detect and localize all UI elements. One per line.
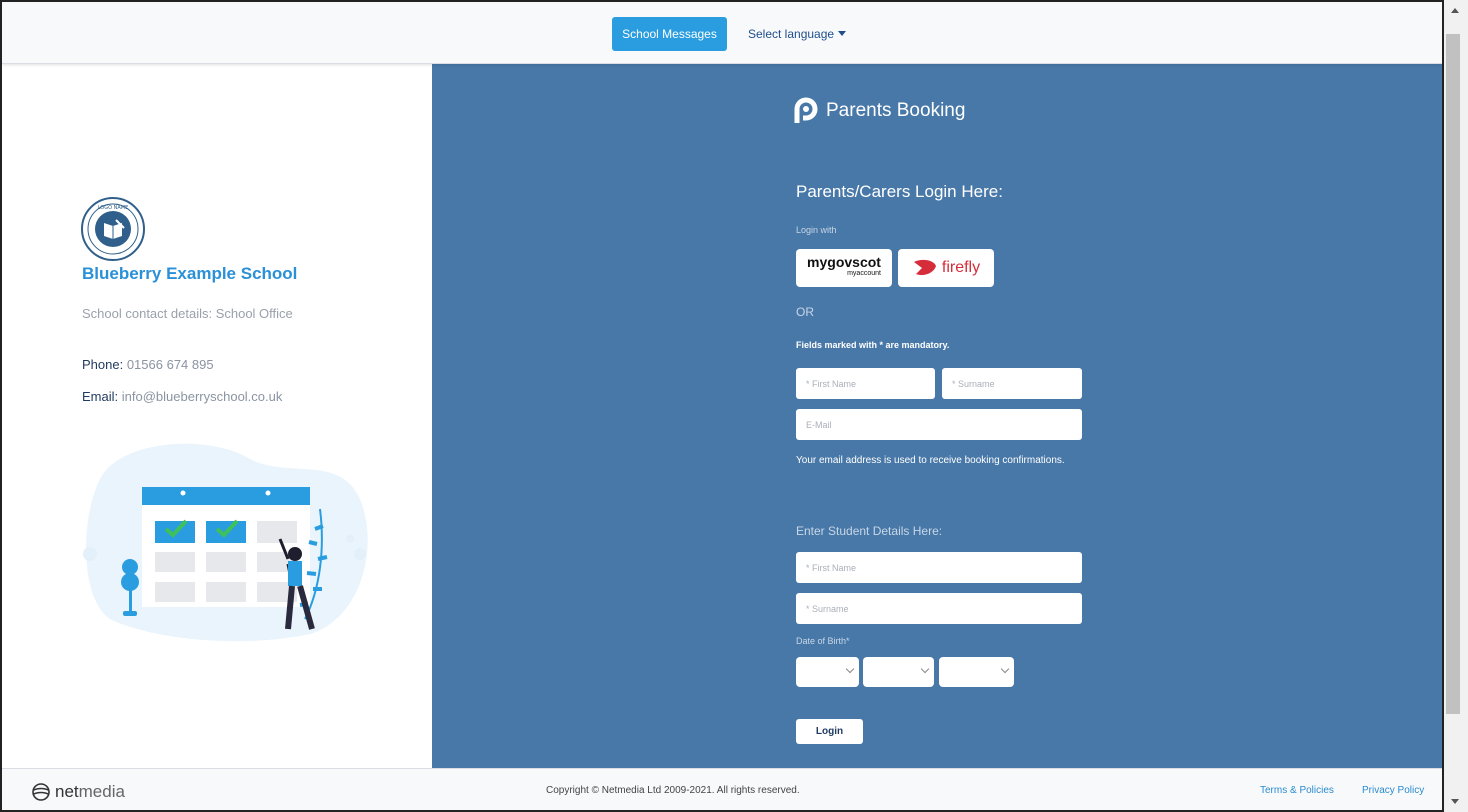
firefly-icon [913,259,936,276]
top-bar: School Messages Select language [2,2,1442,64]
student-first-name-input[interactable] [796,552,1082,583]
login-button[interactable]: Login [796,719,863,744]
scroll-up-icon[interactable] [1451,8,1459,13]
terms-policies-link[interactable]: Terms & Policies [1260,785,1334,796]
email-input[interactable] [796,409,1082,440]
firefly-text: firefly [941,259,981,276]
dob-label: Date of Birth* [796,636,850,646]
login-with-label: Login with [796,225,837,235]
login-panel: Parents Booking Parents/Carers Login Her… [432,64,1442,768]
phone-value: 01566 674 895 [126,357,214,372]
student-surname-input[interactable] [796,593,1082,624]
footer: net media Copyright © Netmedia Ltd 2009-2… [2,768,1442,810]
student-details-heading: Enter Student Details Here: [796,524,943,538]
email-usage-note: Your email address is used to receive bo… [796,455,1065,466]
school-messages-button[interactable]: School Messages [612,17,727,51]
select-language-dropdown[interactable]: Select language [748,27,847,41]
netmedia-logo[interactable]: net media [32,782,125,802]
copyright-text: Copyright © Netmedia Ltd 2009-2021. All … [546,785,800,796]
scrollbar-thumb[interactable] [1446,34,1460,714]
email-label: Email: [82,389,119,404]
chevron-down-icon [1000,664,1010,674]
phone-label: Phone: [82,357,124,372]
chevron-down-icon [920,664,930,674]
school-info-panel: LOGO NAME Blueberry Example School Schoo… [2,64,430,768]
netmedia-brand-bold: net [55,782,79,801]
school-phone: Phone: 01566 674 895 [82,357,214,372]
dob-year-select[interactable] [939,657,1014,687]
mygovscot-logo: mygovscot myaccount [807,255,881,279]
school-contact-details: School contact details: School Office [82,306,293,321]
parent-first-name-input[interactable] [796,368,935,399]
netmedia-globe-icon [32,783,50,801]
mygovscot-login-button[interactable]: mygovscot myaccount [796,249,892,287]
email-value[interactable]: info@blueberryschool.co.uk [122,389,283,404]
parents-booking-logo-icon [794,97,818,123]
or-divider: OR [796,305,814,319]
caret-down-icon [838,31,847,36]
brand-label: Parents Booking [826,100,966,121]
dob-month-select[interactable] [863,657,934,687]
dob-day-select[interactable] [796,657,859,687]
login-title: Parents/Carers Login Here: [796,182,1003,201]
mandatory-note: Fields marked with * are mandatory. [796,340,950,350]
scroll-down-icon[interactable] [1451,799,1459,804]
calendar-illustration [83,443,368,642]
parent-surname-input[interactable] [942,368,1082,399]
chevron-down-icon [845,664,855,674]
select-language-label: Select language [748,27,835,41]
privacy-policy-link[interactable]: Privacy Policy [1362,785,1424,796]
school-email: Email: info@blueberryschool.co.uk [82,389,282,404]
vertical-scrollbar[interactable] [1444,0,1468,812]
school-logo: LOGO NAME [81,197,145,261]
netmedia-brand-light: media [78,782,125,801]
school-name: Blueberry Example School [82,264,298,283]
logo-text: LOGO NAME [98,205,129,211]
browser-frame: School Messages Select language LOGO NAM… [0,0,1444,812]
firefly-login-button[interactable]: firefly [898,249,994,287]
parents-booking-brand: Parents Booking [794,96,965,126]
